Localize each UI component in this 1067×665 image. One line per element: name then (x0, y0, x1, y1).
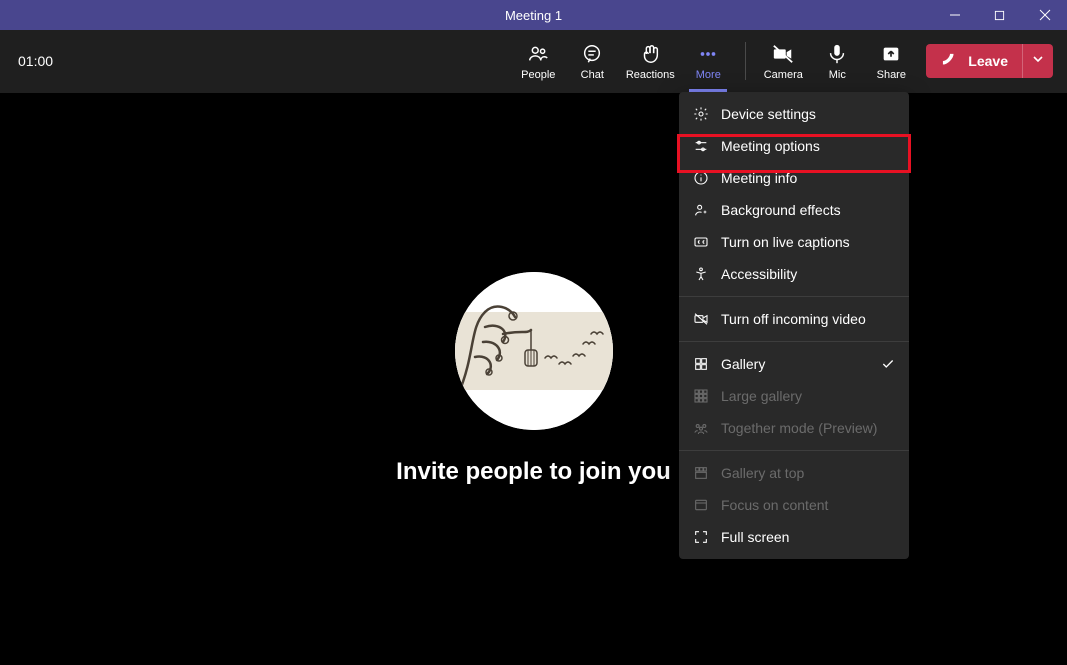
mic-icon (825, 42, 849, 66)
menu-separator (679, 296, 909, 297)
people-button[interactable]: People (511, 33, 565, 89)
chat-label: Chat (581, 69, 604, 81)
share-button[interactable]: Share (864, 33, 918, 89)
menu-label: Device settings (721, 106, 895, 122)
leave-button[interactable]: Leave (926, 44, 1022, 78)
leave-split-button: Leave (926, 44, 1053, 78)
camera-label: Camera (764, 69, 803, 81)
menu-label: Background effects (721, 202, 895, 218)
fullscreen-icon (693, 529, 709, 545)
menu-meeting-options[interactable]: Meeting options (679, 130, 909, 162)
invite-heading: Invite people to join you (396, 458, 671, 486)
menu-label: Turn on live captions (721, 234, 895, 250)
share-label: Share (877, 69, 906, 81)
menu-together-mode: Together mode (Preview) (679, 412, 909, 444)
gear-icon (693, 106, 709, 122)
menu-gallery[interactable]: Gallery (679, 348, 909, 380)
menu-label: Large gallery (721, 388, 895, 404)
menu-device-settings[interactable]: Device settings (679, 98, 909, 130)
title-bar: Meeting 1 (0, 0, 1067, 30)
cc-icon (693, 234, 709, 250)
share-icon (879, 42, 903, 66)
menu-full-screen[interactable]: Full screen (679, 521, 909, 553)
people-label: People (521, 69, 555, 81)
focus-content-icon (693, 497, 709, 513)
person-sparkle-icon (693, 202, 709, 218)
leave-options-button[interactable] (1022, 44, 1053, 78)
sliders-icon (693, 138, 709, 154)
meeting-timer: 01:00 (18, 53, 53, 69)
grid-icon (693, 356, 709, 372)
chat-button[interactable]: Chat (565, 33, 619, 89)
accessibility-icon (693, 266, 709, 282)
mic-button[interactable]: Mic (810, 33, 864, 89)
people-icon (526, 42, 550, 66)
mic-label: Mic (829, 69, 846, 81)
menu-separator (679, 341, 909, 342)
menu-live-captions[interactable]: Turn on live captions (679, 226, 909, 258)
menu-accessibility[interactable]: Accessibility (679, 258, 909, 290)
hangup-icon (940, 51, 960, 71)
gallery-top-icon (693, 465, 709, 481)
menu-gallery-at-top: Gallery at top (679, 457, 909, 489)
more-label: More (696, 69, 721, 81)
menu-separator (679, 450, 909, 451)
more-icon (696, 42, 720, 66)
menu-label: Meeting options (721, 138, 895, 154)
info-icon (693, 170, 709, 186)
more-button[interactable]: More (681, 33, 735, 89)
video-off-icon (693, 311, 709, 327)
menu-label: Focus on content (721, 497, 895, 513)
menu-label: Full screen (721, 529, 895, 545)
meeting-toolbar: 01:00 People Chat Reactions (0, 30, 1067, 93)
check-icon (881, 357, 895, 371)
reactions-label: Reactions (626, 69, 675, 81)
menu-focus-on-content: Focus on content (679, 489, 909, 521)
menu-label: Turn off incoming video (721, 311, 895, 327)
menu-label: Accessibility (721, 266, 895, 282)
window-title: Meeting 1 (0, 8, 1067, 23)
together-icon (693, 420, 709, 436)
menu-label: Meeting info (721, 170, 895, 186)
menu-label: Gallery at top (721, 465, 895, 481)
toolbar-center-group: People Chat Reactions More (511, 30, 918, 92)
app-window: Meeting 1 01:00 People (0, 0, 1067, 665)
toolbar-separator (745, 42, 746, 80)
menu-turn-off-incoming-video[interactable]: Turn off incoming video (679, 303, 909, 335)
leave-label: Leave (968, 53, 1008, 69)
chevron-down-icon (1032, 52, 1044, 70)
menu-large-gallery: Large gallery (679, 380, 909, 412)
menu-meeting-info[interactable]: Meeting info (679, 162, 909, 194)
menu-label: Gallery (721, 356, 869, 372)
reactions-icon (638, 42, 662, 66)
reactions-button[interactable]: Reactions (619, 33, 681, 89)
menu-label: Together mode (Preview) (721, 420, 895, 436)
more-menu: Device settings Meeting options Meeting … (679, 92, 909, 559)
avatar-art (455, 272, 613, 430)
chat-icon (580, 42, 604, 66)
camera-button[interactable]: Camera (756, 33, 810, 89)
camera-off-icon (771, 42, 795, 66)
participant-avatar (455, 272, 613, 430)
menu-background-effects[interactable]: Background effects (679, 194, 909, 226)
large-grid-icon (693, 388, 709, 404)
